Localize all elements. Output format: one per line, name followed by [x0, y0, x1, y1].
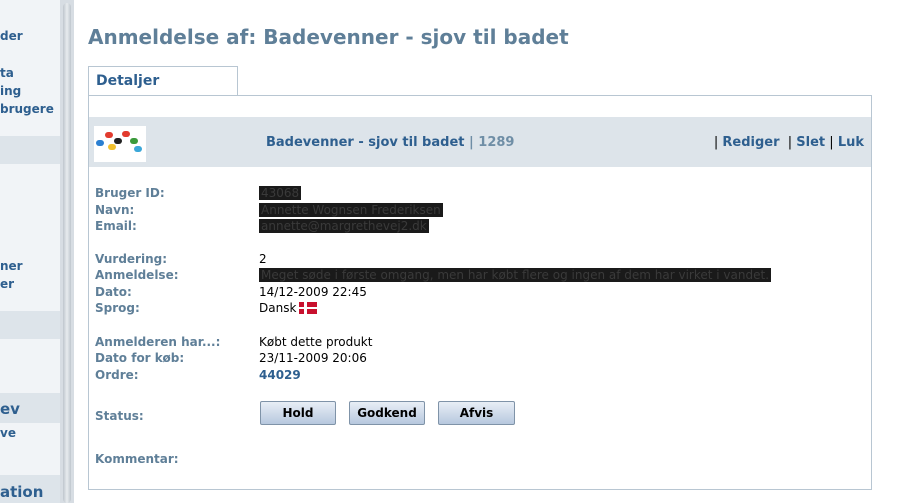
product-name[interactable]: Badevenner - sjov til badet [266, 135, 464, 150]
sidebar-section-band [0, 311, 60, 339]
reviewer-has-label: Anmelderen har...: [95, 335, 221, 349]
name-text: Annette Wognsen Frederiksen [259, 203, 443, 217]
product-id: 1289 [478, 135, 515, 150]
danish-flag-icon [299, 302, 318, 314]
user-id-text: 43068 [259, 186, 302, 200]
language-text: Dansk [259, 301, 297, 315]
sidebar-link-1[interactable]: der [0, 29, 23, 43]
user-id-label: Bruger ID: [95, 186, 165, 200]
sidebar-header-2: ation [0, 483, 44, 501]
review-value: Meget søde i første omgang, men har købt… [259, 268, 772, 282]
product-separator: | [464, 135, 479, 150]
action-links: | Rediger | Slet | Luk [713, 135, 864, 150]
approve-button[interactable]: Godkend [349, 401, 425, 425]
reject-button[interactable]: Afvis [438, 401, 515, 425]
delete-link[interactable]: Slet [796, 135, 825, 150]
user-id-value: 43068 [259, 186, 302, 200]
scrollbar[interactable] [63, 3, 71, 503]
email-text: annette@margrethevej2.dk [259, 219, 429, 233]
sidebar-link-4[interactable]: brugere [0, 102, 54, 116]
sidebar-link-6[interactable]: er [0, 277, 14, 291]
comment-label: Kommentar: [95, 452, 179, 466]
language-label: Sprog: [95, 301, 140, 315]
status-label: Status: [95, 409, 144, 423]
email-label: Email: [95, 219, 137, 233]
name-value: Annette Wognsen Frederiksen [259, 203, 443, 217]
product-toy-icon [94, 126, 146, 162]
name-label: Navn: [95, 203, 135, 217]
product-title: Badevenner - sjov til badet | 1289 [266, 135, 514, 150]
sidebar-link-7[interactable]: ve [0, 426, 16, 440]
sidebar-link-5[interactable]: ner [0, 259, 23, 273]
edit-link[interactable]: Rediger [722, 135, 779, 150]
date-label: Dato: [95, 285, 132, 299]
review-label: Anmeldelse: [95, 268, 179, 282]
order-label: Ordre: [95, 368, 139, 382]
sidebar-link-2[interactable]: ta [0, 66, 14, 80]
close-link[interactable]: Luk [838, 135, 864, 150]
tab-details[interactable]: Detaljer [88, 66, 238, 95]
purchase-date-value: 23/11-2009 20:06 [259, 351, 367, 365]
purchase-date-label: Dato for køb: [95, 351, 185, 365]
sidebar-header-1: ev [0, 400, 20, 418]
date-value: 14/12-2009 22:45 [259, 285, 367, 299]
tab-details-label: Detaljer [96, 73, 160, 89]
rating-label: Vurdering: [95, 252, 168, 266]
email-value: annette@margrethevej2.dk [259, 219, 429, 233]
sidebar-link-3[interactable]: ing [0, 84, 21, 98]
order-link[interactable]: 44029 [259, 368, 301, 382]
reviewer-has-value: Købt dette produkt [259, 335, 373, 349]
sidebar: der ta ing brugere ner er ev ve ation [0, 0, 60, 503]
rating-value: 2 [259, 252, 267, 266]
page-title: Anmeldelse af: Badevenner - sjov til bad… [88, 25, 569, 49]
hold-button[interactable]: Hold [260, 401, 336, 425]
language-value: Dansk [259, 301, 318, 315]
review-text: Meget søde i første omgang, men har købt… [259, 268, 772, 282]
sidebar-section-band [0, 136, 60, 164]
